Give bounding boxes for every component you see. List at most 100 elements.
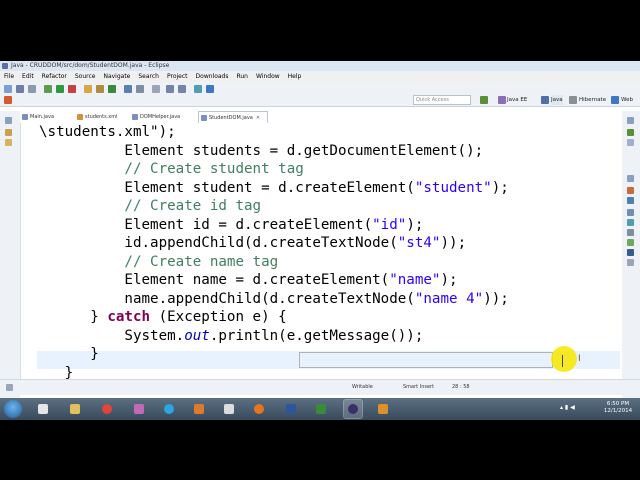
new-java-project-icon[interactable]	[84, 85, 92, 93]
next-annotation-icon[interactable]	[152, 85, 160, 93]
menu-source[interactable]: Source	[71, 71, 100, 82]
browser-icon[interactable]	[206, 85, 214, 93]
perspective-java[interactable]: Java	[551, 95, 563, 105]
taskbar-chrome[interactable]	[98, 400, 116, 418]
taskbar-app[interactable]	[130, 400, 148, 418]
menu-file[interactable]: File	[0, 71, 18, 82]
java-perspective-icon[interactable]	[541, 96, 549, 104]
back-icon[interactable]	[166, 85, 174, 93]
open-perspective-icon[interactable]	[480, 96, 488, 104]
restore-right-icon[interactable]	[627, 117, 634, 124]
search-icon[interactable]	[136, 85, 144, 93]
code-token: ));	[440, 235, 467, 251]
close-tab-icon[interactable]: ✕	[256, 115, 260, 121]
taskbar-skype[interactable]	[160, 400, 178, 418]
code-line[interactable]: \students.xml");	[39, 123, 176, 141]
menu-run[interactable]: Run	[232, 71, 252, 82]
save-icon[interactable]	[16, 85, 24, 93]
taskbar-explorer[interactable]	[66, 400, 84, 418]
print-icon[interactable]	[28, 85, 36, 93]
tab-main-java[interactable]: Main.java	[20, 111, 54, 123]
right-trim	[622, 111, 640, 411]
taskbar-word[interactable]	[282, 400, 300, 418]
outline-icon[interactable]	[627, 129, 634, 136]
progress-icon[interactable]	[627, 259, 634, 266]
code-token: System.	[124, 327, 185, 344]
taskbar-clock[interactable]: 6:50 PM 12/1/2014	[600, 401, 636, 415]
taskbar-notes[interactable]	[220, 400, 238, 418]
servers-icon[interactable]	[627, 219, 634, 226]
taskbar-eclipse[interactable]	[343, 399, 363, 419]
menu-edit[interactable]: Edit	[18, 71, 38, 82]
code-line[interactable]: // Create student tag	[39, 160, 303, 178]
code-line[interactable]: // Create name tag	[39, 253, 278, 271]
debug-icon[interactable]	[44, 85, 52, 93]
code-line[interactable]: Element students = d.getDocumentElement(…	[39, 142, 483, 160]
tab-label: students.xml	[85, 114, 118, 120]
snippets-icon[interactable]	[627, 239, 634, 246]
code-line[interactable]: Element name = d.createElement("name");	[39, 271, 457, 289]
problems-icon[interactable]	[627, 187, 634, 194]
taskbar-media[interactable]	[34, 400, 52, 418]
tab-studentdom-java[interactable]: StudentDOM.java ✕	[198, 111, 268, 123]
code-line[interactable]: }	[39, 364, 74, 380]
code-editor[interactable]: \students.xml"); Element students = d.ge…	[20, 123, 620, 379]
menu-refactor[interactable]: Refactor	[38, 71, 71, 82]
tab-domhelper-java[interactable]: DOMHelper.java	[130, 111, 180, 123]
code-token: .println(e.getMessage());	[209, 327, 424, 344]
new-icon[interactable]	[4, 85, 12, 93]
quick-access-input[interactable]: Quick Access	[413, 95, 471, 105]
server-icon[interactable]	[194, 85, 202, 93]
system-tray-icons[interactable]: ▴ ▮ ◀	[560, 404, 575, 411]
chrome-icon	[102, 404, 112, 414]
code-line[interactable]: // Create id tag	[39, 197, 261, 215]
code-line[interactable]: id.appendChild(d.createTextNode("st4"));	[39, 234, 466, 252]
declaration-icon[interactable]	[627, 209, 634, 216]
menu-navigate[interactable]: Navigate	[99, 71, 134, 82]
taskbar-pdf[interactable]	[374, 400, 392, 418]
console-icon[interactable]	[627, 249, 634, 256]
web-perspective-icon[interactable]	[611, 96, 619, 104]
run-icon[interactable]	[56, 85, 64, 93]
hibernate-perspective-icon[interactable]	[569, 96, 577, 104]
menu-window[interactable]: Window	[252, 71, 284, 82]
menu-search[interactable]: Search	[134, 71, 163, 82]
open-type-icon[interactable]	[124, 85, 132, 93]
status-bar: Writable Smart Insert 28 : 58	[0, 379, 640, 395]
external-tools-icon[interactable]	[68, 85, 76, 93]
new-package-icon[interactable]	[96, 85, 104, 93]
perspective-hibernate[interactable]: Hibernate	[579, 95, 606, 105]
menu-project[interactable]: Project	[163, 71, 192, 82]
restore-icon[interactable]	[5, 117, 12, 124]
taskbar-office[interactable]	[190, 400, 208, 418]
perspective-java-ee[interactable]: Java EE	[507, 95, 527, 105]
menu-help[interactable]: Help	[284, 71, 306, 82]
new-class-icon[interactable]	[108, 85, 116, 93]
taskbar-excel[interactable]	[312, 400, 330, 418]
hierarchy-icon[interactable]	[5, 139, 12, 146]
pin-icon[interactable]	[4, 96, 12, 104]
package-explorer-icon[interactable]	[5, 129, 12, 136]
code-line[interactable]: }	[39, 345, 99, 363]
tab-students-xml[interactable]: students.xml	[75, 111, 118, 123]
data-source-icon[interactable]	[627, 229, 634, 236]
code-line[interactable]: Element id = d.createElement("id");	[39, 216, 423, 234]
tab-label: DOMHelper.java	[140, 114, 181, 120]
forward-icon[interactable]	[178, 85, 186, 93]
start-button[interactable]	[4, 400, 22, 418]
code-line[interactable]: Element student = d.createElement("stude…	[39, 179, 508, 197]
clock-date: 12/1/2014	[603, 408, 633, 414]
java-ee-perspective-icon[interactable]	[498, 96, 506, 104]
perspective-web[interactable]: Web	[621, 95, 633, 105]
code-line[interactable]: } catch (Exception e) {	[39, 308, 286, 326]
task-list-icon[interactable]	[627, 139, 634, 146]
windows-taskbar: ▴ ▮ ◀ 6:50 PM 12/1/2014	[0, 398, 640, 420]
javadoc-icon[interactable]	[627, 197, 634, 204]
taskbar-firefox[interactable]	[250, 400, 268, 418]
code-line[interactable]: System.out.println(e.getMessage());	[39, 327, 423, 345]
restore-bottom-icon[interactable]	[627, 175, 634, 182]
code-line[interactable]: name.appendChild(d.createTextNode("name …	[39, 290, 508, 308]
menu-downloads[interactable]: Downloads	[192, 71, 233, 82]
